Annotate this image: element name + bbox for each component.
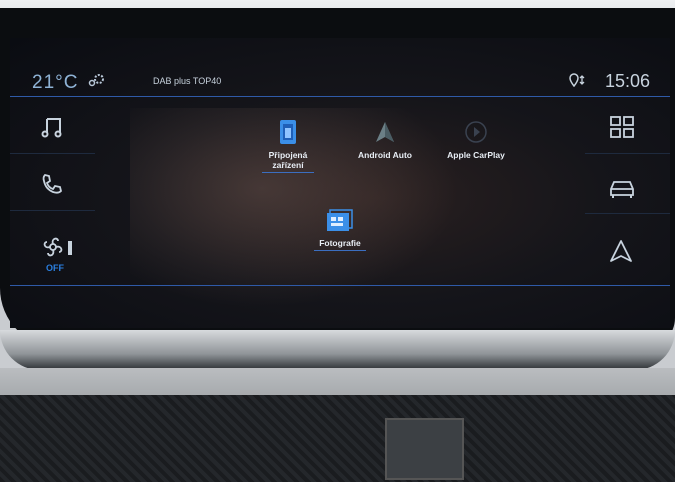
music-button[interactable] <box>10 103 95 154</box>
phone-icon <box>42 174 62 194</box>
android-auto-label: Android Auto <box>358 150 412 160</box>
navigation-arrow-icon <box>610 240 632 262</box>
android-auto-app[interactable]: Android Auto <box>350 118 420 160</box>
phone-button[interactable] <box>10 160 95 211</box>
connected-devices-label-line1: Připojená <box>268 150 308 160</box>
status-bar: 21°C DAB plus TOP40 15:06 <box>10 38 670 98</box>
climate-button[interactable]: OFF <box>10 223 95 283</box>
photos-label: Fotografie <box>319 238 361 248</box>
grid-icon <box>610 116 634 138</box>
clock-label: 15:06 <box>605 71 651 91</box>
apple-carplay-app[interactable]: Apple CarPlay <box>438 118 514 160</box>
vehicle-button[interactable] <box>585 163 670 214</box>
location-pin-icon <box>568 73 588 90</box>
apple-carplay-label: Apple CarPlay <box>447 150 505 160</box>
infotainment-screen: 21°C DAB plus TOP40 15:06 OFF Připojená … <box>10 38 670 328</box>
radio-station-label[interactable]: DAB plus TOP40 <box>153 76 221 86</box>
car-icon <box>610 181 634 198</box>
status-divider <box>10 96 670 97</box>
app-underline <box>262 172 314 173</box>
right-menu <box>575 98 670 328</box>
music-note-icon <box>41 118 62 138</box>
connected-devices-icon <box>280 120 296 144</box>
fan-icon <box>43 237 72 257</box>
chrome-trim <box>0 330 675 370</box>
bottom-divider <box>10 285 670 286</box>
temperature-label: 21°C <box>32 72 79 93</box>
apps-button[interactable] <box>585 103 670 154</box>
dashboard-carbon-panel <box>0 395 675 482</box>
climate-off-label: OFF <box>46 263 64 273</box>
app-underline <box>314 250 366 251</box>
left-menu: OFF <box>10 98 100 328</box>
photos-icon <box>327 209 353 231</box>
connected-devices-app[interactable]: Připojená zařízení <box>258 118 318 173</box>
android-auto-icon <box>376 122 394 142</box>
photos-app[interactable]: Fotografie <box>310 208 370 251</box>
connected-devices-label-line2: zařízení <box>272 160 304 170</box>
air-vent <box>385 418 464 480</box>
carplay-icon <box>465 121 487 143</box>
navigation-button[interactable] <box>585 228 670 278</box>
gear-icon[interactable] <box>88 72 106 93</box>
display-bezel: 21°C DAB plus TOP40 15:06 OFF Připojená … <box>0 8 675 348</box>
